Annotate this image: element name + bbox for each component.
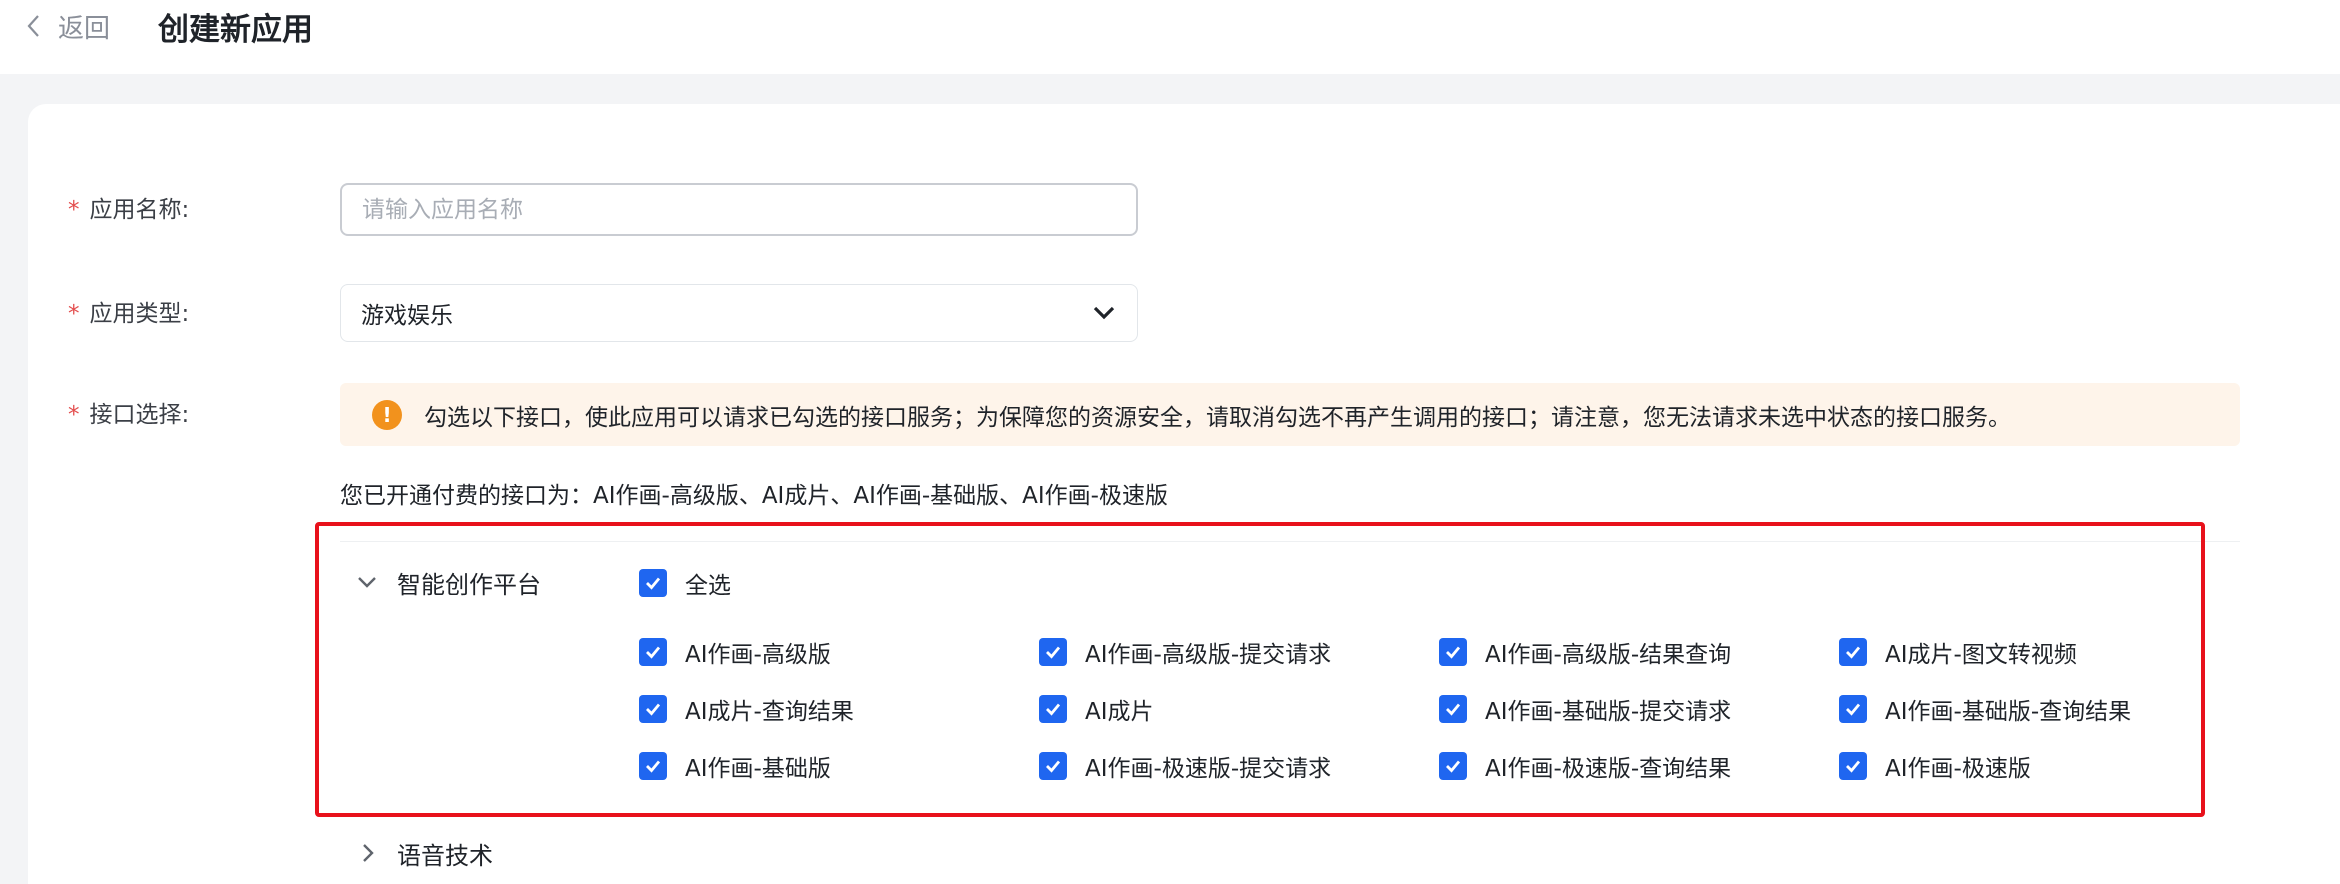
checkmark-icon — [1446, 646, 1461, 659]
api-checkbox-label: AI成片-图文转视频 — [1885, 642, 2077, 668]
checkbox-box[interactable] — [1839, 752, 1867, 780]
required-mark: * — [68, 402, 80, 428]
checkbox-box[interactable] — [1439, 695, 1467, 723]
api-checkbox-label: AI作画-高级版 — [685, 642, 831, 668]
checkbox-box[interactable] — [639, 752, 667, 780]
api-checkbox-label: AI作画-基础版 — [685, 756, 831, 782]
api-checkbox-label: AI作画-极速版-提交请求 — [1085, 756, 1332, 782]
checkmark-icon — [646, 703, 661, 716]
api-checkbox[interactable]: AI作画-高级版 — [639, 636, 831, 668]
checkmark-icon — [1446, 760, 1461, 773]
notice-banner: ! 勾选以下接口，使此应用可以请求已勾选的接口服务；为保障您的资源安全，请取消勾… — [340, 383, 2240, 446]
api-select-label-text: 接口选择: — [89, 402, 190, 428]
api-checkbox-label: AI作画-极速版 — [1885, 756, 2031, 782]
api-checkbox[interactable]: AI作画-基础版-查询结果 — [1839, 693, 2131, 725]
api-checkbox-label: AI作画-基础版-提交请求 — [1485, 699, 1732, 725]
api-checkbox[interactable]: AI成片 — [1039, 693, 1154, 725]
chevron-left-icon — [27, 15, 39, 37]
paid-apis-text: 您已开通付费的接口为：AI作画-高级版、AI成片、AI作画-基础版、AI作画-极… — [340, 483, 1168, 509]
checkmark-icon — [646, 760, 661, 773]
checkbox-box[interactable] — [1839, 695, 1867, 723]
required-mark: * — [68, 197, 80, 223]
api-checkbox[interactable]: AI作画-极速版-查询结果 — [1439, 750, 1731, 782]
checkbox-box[interactable] — [1039, 638, 1067, 666]
checkmark-icon — [1046, 703, 1061, 716]
back-button[interactable]: 返回 — [24, 6, 110, 46]
api-checkbox[interactable]: AI作画-极速版-提交请求 — [1039, 750, 1331, 782]
api-checkbox-label: AI作画-高级版-提交请求 — [1085, 642, 1332, 668]
api-checkbox-label: AI作画-基础版-查询结果 — [1885, 699, 2132, 725]
select-all-label: 全选 — [685, 573, 731, 599]
api-checkbox-label: AI作画-高级版-结果查询 — [1485, 642, 1732, 668]
app-name-label-text: 应用名称: — [89, 197, 190, 223]
checkmark-icon — [1846, 703, 1861, 716]
app-type-label: * 应用类型: — [68, 294, 189, 328]
api-checkbox-label: AI成片-查询结果 — [685, 699, 854, 725]
checkbox-box[interactable] — [1839, 638, 1867, 666]
divider — [340, 541, 2240, 542]
app-name-input[interactable] — [342, 185, 1136, 234]
checkmark-icon — [1046, 760, 1061, 773]
page-header: 返回 创建新应用 — [0, 0, 2340, 74]
notice-text: 勾选以下接口，使此应用可以请求已勾选的接口服务；为保障您的资源安全，请取消勾选不… — [424, 404, 2011, 431]
checkbox-box[interactable] — [1439, 638, 1467, 666]
api-checkbox[interactable]: AI作画-高级版-结果查询 — [1439, 636, 1731, 668]
api-checkbox-label: AI成片 — [1085, 699, 1154, 725]
checkmark-icon — [1446, 703, 1461, 716]
app-type-select[interactable]: 游戏娱乐 — [340, 284, 1138, 342]
checkmark-icon — [646, 577, 661, 590]
app-type-label-text: 应用类型: — [89, 301, 190, 327]
api-checkbox[interactable]: AI作画-基础版-提交请求 — [1439, 693, 1731, 725]
api-select-label: * 接口选择: — [68, 395, 189, 429]
app-name-field[interactable] — [340, 183, 1138, 236]
warning-icon: ! — [372, 399, 402, 430]
checkbox-box[interactable] — [639, 695, 667, 723]
required-mark: * — [68, 301, 80, 327]
checkbox-box[interactable] — [1039, 752, 1067, 780]
api-checkbox[interactable]: AI成片-图文转视频 — [1839, 636, 2077, 668]
back-label: 返回 — [58, 13, 111, 44]
checkbox-box[interactable] — [639, 638, 667, 666]
api-checkbox[interactable]: AI作画-基础版 — [639, 750, 831, 782]
chevron-down-icon — [358, 577, 376, 588]
checkbox-box[interactable] — [639, 569, 667, 597]
checkmark-icon — [1846, 760, 1861, 773]
group-name: 语音技术 — [397, 841, 493, 870]
chevron-down-icon — [1093, 306, 1115, 320]
checkmark-icon — [646, 646, 661, 659]
api-checkbox[interactable]: AI作画-极速版 — [1839, 750, 2031, 782]
group-name: 智能创作平台 — [397, 570, 541, 599]
api-checkbox[interactable]: AI成片-查询结果 — [639, 693, 854, 725]
checkbox-box[interactable] — [1439, 752, 1467, 780]
api-checkbox[interactable]: AI作画-高级版-提交请求 — [1039, 636, 1331, 668]
chevron-right-icon — [363, 844, 374, 862]
group-header-speech-tech[interactable]: 语音技术 — [355, 835, 493, 871]
checkmark-icon — [1046, 646, 1061, 659]
select-all-checkbox[interactable]: 全选 — [639, 567, 731, 599]
api-checkbox-label: AI作画-极速版-查询结果 — [1485, 756, 1732, 782]
page-title: 创建新应用 — [158, 12, 313, 48]
checkbox-box[interactable] — [1039, 695, 1067, 723]
app-type-value: 游戏娱乐 — [361, 303, 453, 329]
app-name-label: * 应用名称: — [68, 190, 189, 224]
checkmark-icon — [1846, 646, 1861, 659]
group-header-intelligent-creation[interactable]: 智能创作平台 — [355, 562, 541, 602]
